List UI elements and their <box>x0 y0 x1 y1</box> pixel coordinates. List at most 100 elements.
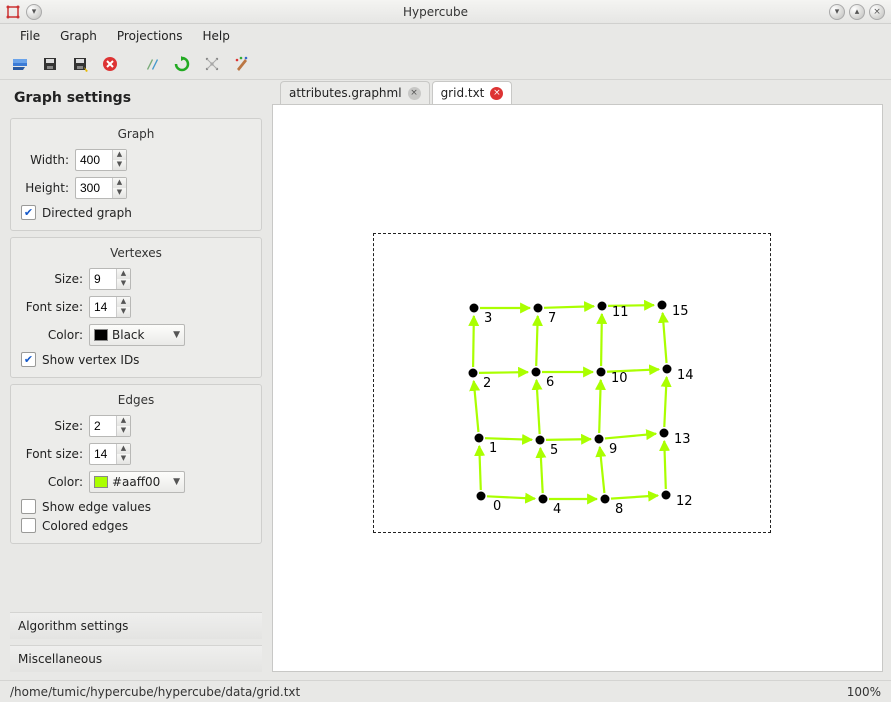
save-button[interactable] <box>38 52 62 76</box>
height-label: Height: <box>21 181 69 195</box>
svg-text:14: 14 <box>677 368 694 383</box>
save-as-button[interactable] <box>68 52 92 76</box>
edge-font-up[interactable]: ▲ <box>117 444 130 454</box>
menu-graph[interactable]: Graph <box>50 26 107 46</box>
vertex-size-spinner[interactable]: ▲▼ <box>89 268 131 290</box>
canvas[interactable]: 0123456789101112131415 <box>272 104 883 672</box>
show-edge-values-label: Show edge values <box>42 500 151 514</box>
height-up[interactable]: ▲ <box>113 178 126 188</box>
svg-text:6: 6 <box>546 375 554 390</box>
edge-size-up[interactable]: ▲ <box>117 416 130 426</box>
sidebar-title: Graph settings <box>14 90 262 106</box>
svg-text:15: 15 <box>672 304 689 319</box>
svg-text:13: 13 <box>674 432 691 447</box>
svg-text:9: 9 <box>609 442 617 457</box>
miscellaneous-accordion[interactable]: Miscellaneous <box>10 645 262 672</box>
show-edge-values-checkbox[interactable] <box>21 499 36 514</box>
tab-grid[interactable]: grid.txt × <box>432 81 513 104</box>
edges-panel: Edges Size: ▲▼ Font size: ▲▼ Color: <box>10 384 262 544</box>
vertex-size-up[interactable]: ▲ <box>117 269 130 279</box>
window-close-button[interactable]: × <box>869 4 885 20</box>
svg-text:10: 10 <box>611 371 628 386</box>
window-maximize-button[interactable]: ▴ <box>849 4 865 20</box>
sidebar: Graph settings Graph Width: ▲▼ Height: ▲… <box>0 80 272 680</box>
edge-color-value: #aaff00 <box>112 475 160 489</box>
graph-svg: 0123456789101112131415 <box>373 233 771 533</box>
open-button[interactable] <box>8 52 32 76</box>
layout-button[interactable] <box>200 52 224 76</box>
colored-edges-checkbox[interactable] <box>21 518 36 533</box>
main-area: Graph settings Graph Width: ▲▼ Height: ▲… <box>0 80 891 680</box>
window-minimize-button[interactable]: ▾ <box>829 4 845 20</box>
edge-font-label: Font size: <box>21 447 83 461</box>
vertex-font-label: Font size: <box>21 300 83 314</box>
close-icon[interactable]: × <box>490 87 503 100</box>
colorize-button[interactable] <box>230 52 254 76</box>
width-label: Width: <box>21 153 69 167</box>
edge-font-input[interactable] <box>90 447 116 461</box>
svg-text:0: 0 <box>493 499 501 514</box>
edge-size-down[interactable]: ▼ <box>117 426 130 436</box>
show-vertex-ids-checkbox[interactable]: ✔ <box>21 352 36 367</box>
close-file-button[interactable] <box>98 52 122 76</box>
svg-text:8: 8 <box>615 502 623 517</box>
edge-size-spinner[interactable]: ▲▼ <box>89 415 131 437</box>
colored-edges-label: Colored edges <box>42 519 128 533</box>
vertex-color-swatch <box>94 329 108 341</box>
vertex-font-down[interactable]: ▼ <box>117 307 130 317</box>
status-path: /home/tumic/hypercube/hypercube/data/gri… <box>10 685 300 699</box>
show-vertex-ids-label: Show vertex IDs <box>42 353 139 367</box>
window-menu-button[interactable]: ▾ <box>26 4 42 20</box>
vertex-color-combo[interactable]: Black ▼ <box>89 324 185 346</box>
edges-panel-title: Edges <box>21 393 251 407</box>
menu-projections[interactable]: Projections <box>107 26 193 46</box>
window-title: Hypercube <box>42 5 829 19</box>
edge-size-label: Size: <box>21 419 83 433</box>
edge-font-spinner[interactable]: ▲▼ <box>89 443 131 465</box>
svg-text:5: 5 <box>550 443 558 458</box>
edge-font-down[interactable]: ▼ <box>117 454 130 464</box>
height-spinner[interactable]: ▲▼ <box>75 177 127 199</box>
width-spinner[interactable]: ▲▼ <box>75 149 127 171</box>
transform-button[interactable] <box>140 52 164 76</box>
tab-label: grid.txt <box>441 86 485 100</box>
width-input[interactable] <box>76 153 112 167</box>
vertexes-panel-title: Vertexes <box>21 246 251 260</box>
vertex-size-input[interactable] <box>90 272 116 286</box>
vertex-size-down[interactable]: ▼ <box>117 279 130 289</box>
close-icon[interactable]: × <box>408 87 421 100</box>
chevron-down-icon: ▼ <box>173 477 180 487</box>
svg-text:1: 1 <box>489 441 497 456</box>
status-zoom: 100% <box>847 685 881 699</box>
vertex-size-label: Size: <box>21 272 83 286</box>
edge-color-combo[interactable]: #aaff00 ▼ <box>89 471 185 493</box>
tab-attributes[interactable]: attributes.graphml × <box>280 81 430 104</box>
algorithm-settings-accordion[interactable]: Algorithm settings <box>10 612 262 639</box>
height-down[interactable]: ▼ <box>113 188 126 198</box>
height-input[interactable] <box>76 181 112 195</box>
vertex-font-up[interactable]: ▲ <box>117 297 130 307</box>
graph-panel-title: Graph <box>21 127 251 141</box>
menubar: File Graph Projections Help <box>0 24 891 48</box>
toolbar <box>0 48 891 80</box>
edge-color-label: Color: <box>21 475 83 489</box>
vertex-color-label: Color: <box>21 328 83 342</box>
directed-label: Directed graph <box>42 206 132 220</box>
titlebar: ▾ Hypercube ▾ ▴ × <box>0 0 891 24</box>
menu-file[interactable]: File <box>10 26 50 46</box>
reload-button[interactable] <box>170 52 194 76</box>
width-up[interactable]: ▲ <box>113 150 126 160</box>
edge-size-input[interactable] <box>90 419 116 433</box>
graph-panel: Graph Width: ▲▼ Height: ▲▼ ✔ Directed gr… <box>10 118 262 231</box>
svg-text:12: 12 <box>676 494 693 509</box>
statusbar: /home/tumic/hypercube/hypercube/data/gri… <box>0 680 891 702</box>
svg-text:7: 7 <box>548 311 556 326</box>
svg-text:3: 3 <box>484 311 492 326</box>
width-down[interactable]: ▼ <box>113 160 126 170</box>
vertex-color-value: Black <box>112 328 144 342</box>
directed-checkbox[interactable]: ✔ <box>21 205 36 220</box>
menu-help[interactable]: Help <box>193 26 240 46</box>
vertex-font-input[interactable] <box>90 300 116 314</box>
edge-color-swatch <box>94 476 108 488</box>
vertex-font-spinner[interactable]: ▲▼ <box>89 296 131 318</box>
